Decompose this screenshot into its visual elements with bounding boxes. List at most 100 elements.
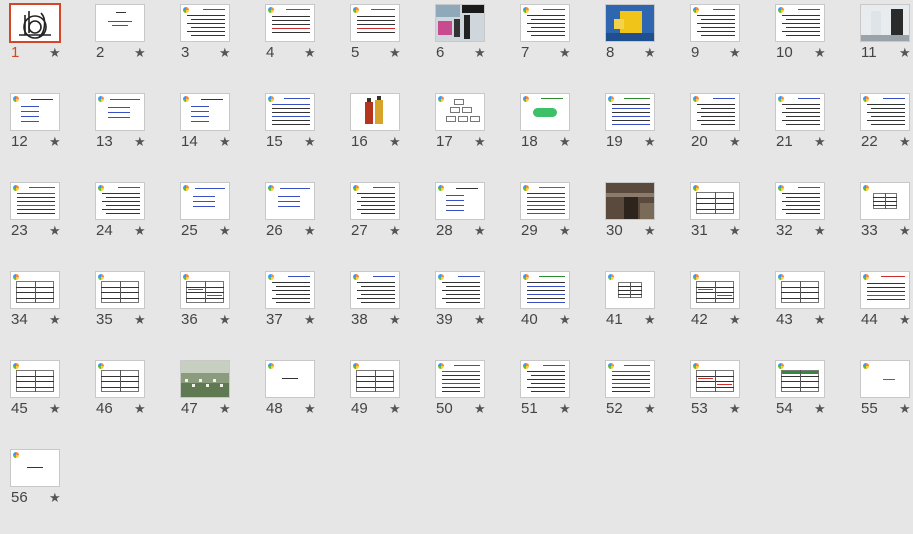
star-icon[interactable]: ★ — [644, 402, 656, 416]
star-icon[interactable]: ★ — [49, 135, 61, 149]
slide-thumbnail-19[interactable]: 19 ★ — [595, 89, 680, 178]
star-icon[interactable]: ★ — [49, 46, 61, 60]
slide-preview[interactable] — [435, 182, 485, 220]
slide-thumbnail-7[interactable]: 7 ★ — [510, 0, 595, 89]
slide-preview[interactable] — [435, 271, 485, 309]
slide-preview[interactable] — [180, 4, 230, 42]
slide-thumbnail-53[interactable]: 53 ★ — [680, 356, 765, 445]
slide-thumbnail-31[interactable]: 31 ★ — [680, 178, 765, 267]
slide-thumbnail-25[interactable]: 25 ★ — [170, 178, 255, 267]
slide-preview[interactable] — [350, 4, 400, 42]
slide-preview[interactable] — [605, 182, 655, 220]
star-icon[interactable]: ★ — [899, 402, 911, 416]
star-icon[interactable]: ★ — [899, 46, 911, 60]
slide-preview[interactable] — [520, 182, 570, 220]
star-icon[interactable]: ★ — [389, 313, 401, 327]
slide-preview[interactable] — [10, 360, 60, 398]
slide-thumbnail-2[interactable]: 2 ★ — [85, 0, 170, 89]
slide-thumbnail-28[interactable]: 28 ★ — [425, 178, 510, 267]
slide-thumbnail-12[interactable]: 12 ★ — [0, 89, 85, 178]
slide-preview[interactable] — [10, 182, 60, 220]
slide-thumbnail-23[interactable]: 23 ★ — [0, 178, 85, 267]
slide-thumbnail-35[interactable]: 35 ★ — [85, 267, 170, 356]
slide-thumbnail-47[interactable]: 47 ★ — [170, 356, 255, 445]
slide-thumbnail-40[interactable]: 40 ★ — [510, 267, 595, 356]
star-icon[interactable]: ★ — [49, 402, 61, 416]
slide-preview[interactable] — [435, 93, 485, 131]
slide-thumbnail-21[interactable]: 21 ★ — [765, 89, 850, 178]
slide-preview[interactable] — [265, 93, 315, 131]
slide-preview[interactable] — [775, 271, 825, 309]
slide-preview[interactable] — [95, 182, 145, 220]
slide-thumbnail-41[interactable]: 41 ★ — [595, 267, 680, 356]
star-icon[interactable]: ★ — [134, 402, 146, 416]
star-icon[interactable]: ★ — [644, 46, 656, 60]
slide-thumbnail-22[interactable]: 22 ★ — [850, 89, 913, 178]
star-icon[interactable]: ★ — [474, 224, 486, 238]
slide-preview[interactable] — [690, 93, 740, 131]
star-icon[interactable]: ★ — [304, 46, 316, 60]
slide-preview[interactable] — [9, 3, 61, 43]
slide-preview[interactable] — [860, 4, 910, 42]
slide-preview[interactable] — [10, 271, 60, 309]
slide-preview[interactable] — [350, 93, 400, 131]
slide-thumbnail-3[interactable]: 3 ★ — [170, 0, 255, 89]
slide-thumbnail-6[interactable]: 6 ★ — [425, 0, 510, 89]
slide-thumbnail-36[interactable]: 36 ★ — [170, 267, 255, 356]
star-icon[interactable]: ★ — [729, 402, 741, 416]
slide-preview[interactable] — [860, 360, 910, 398]
star-icon[interactable]: ★ — [899, 135, 911, 149]
slide-thumbnail-17[interactable]: 17 ★ — [425, 89, 510, 178]
slide-thumbnail-30[interactable]: 30 ★ — [595, 178, 680, 267]
slide-thumbnail-39[interactable]: 39 ★ — [425, 267, 510, 356]
slide-preview[interactable] — [605, 271, 655, 309]
slide-preview[interactable] — [350, 271, 400, 309]
slide-preview[interactable] — [180, 360, 230, 398]
slide-thumbnail-20[interactable]: 20 ★ — [680, 89, 765, 178]
star-icon[interactable]: ★ — [219, 313, 231, 327]
slide-preview[interactable] — [775, 93, 825, 131]
star-icon[interactable]: ★ — [814, 402, 826, 416]
star-icon[interactable]: ★ — [49, 313, 61, 327]
slide-preview[interactable] — [265, 360, 315, 398]
slide-thumbnail-4[interactable]: 4 ★ — [255, 0, 340, 89]
slide-thumbnail-9[interactable]: 9 ★ — [680, 0, 765, 89]
star-icon[interactable]: ★ — [49, 491, 61, 505]
slide-preview[interactable] — [775, 360, 825, 398]
slide-thumbnail-54[interactable]: 54 ★ — [765, 356, 850, 445]
slide-thumbnail-8[interactable]: 8 ★ — [595, 0, 680, 89]
star-icon[interactable]: ★ — [219, 135, 231, 149]
star-icon[interactable]: ★ — [134, 46, 146, 60]
star-icon[interactable]: ★ — [304, 402, 316, 416]
slide-preview[interactable] — [520, 360, 570, 398]
slide-thumbnail-55[interactable]: 55 ★ — [850, 356, 913, 445]
slide-thumbnail-38[interactable]: 38 ★ — [340, 267, 425, 356]
slide-preview[interactable] — [605, 360, 655, 398]
slide-thumbnail-24[interactable]: 24 ★ — [85, 178, 170, 267]
slide-preview[interactable] — [95, 360, 145, 398]
slide-preview[interactable] — [180, 271, 230, 309]
slide-preview[interactable] — [690, 271, 740, 309]
slide-thumbnail-5[interactable]: 5 ★ — [340, 0, 425, 89]
star-icon[interactable]: ★ — [729, 224, 741, 238]
slide-preview[interactable] — [520, 4, 570, 42]
star-icon[interactable]: ★ — [814, 135, 826, 149]
star-icon[interactable]: ★ — [559, 313, 571, 327]
star-icon[interactable]: ★ — [814, 46, 826, 60]
slide-preview[interactable] — [605, 4, 655, 42]
star-icon[interactable]: ★ — [644, 313, 656, 327]
star-icon[interactable]: ★ — [474, 135, 486, 149]
star-icon[interactable]: ★ — [814, 313, 826, 327]
star-icon[interactable]: ★ — [304, 313, 316, 327]
slide-thumbnail-27[interactable]: 27 ★ — [340, 178, 425, 267]
star-icon[interactable]: ★ — [219, 224, 231, 238]
slide-preview[interactable] — [690, 4, 740, 42]
slide-thumbnail-42[interactable]: 42 ★ — [680, 267, 765, 356]
slide-thumbnail-37[interactable]: 37 ★ — [255, 267, 340, 356]
star-icon[interactable]: ★ — [389, 224, 401, 238]
star-icon[interactable]: ★ — [389, 46, 401, 60]
slide-thumbnail-56[interactable]: 56 ★ — [0, 445, 85, 534]
slide-preview[interactable] — [520, 271, 570, 309]
star-icon[interactable]: ★ — [134, 135, 146, 149]
star-icon[interactable]: ★ — [49, 224, 61, 238]
